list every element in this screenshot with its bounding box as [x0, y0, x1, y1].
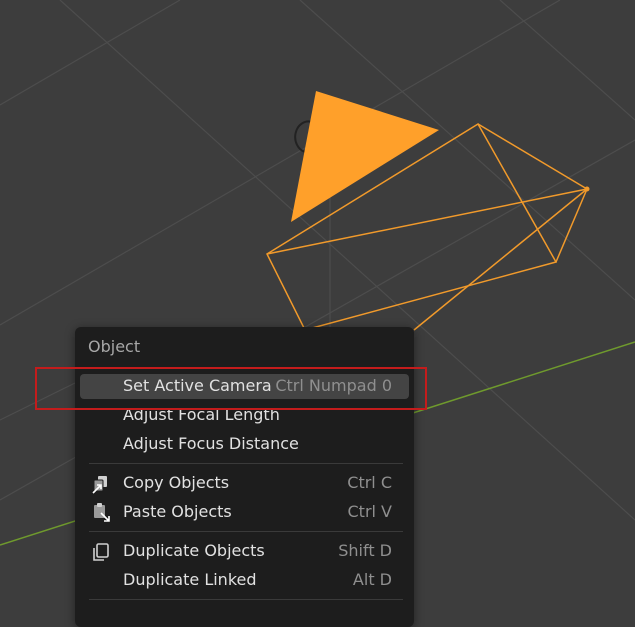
menu-separator [89, 531, 403, 532]
menu-item-label: Paste Objects [123, 502, 232, 521]
menu-item-duplicate-linked[interactable]: Duplicate Linked Alt D [80, 568, 409, 593]
menu-item-paste-objects[interactable]: Paste Objects Ctrl V [80, 500, 409, 525]
menu-item-shortcut: Ctrl C [347, 473, 392, 492]
menu-separator [89, 599, 403, 600]
menu-item-shortcut: Shift D [338, 541, 392, 560]
menu-item-copy-objects[interactable]: Copy Objects Ctrl C [80, 471, 409, 496]
menu-item-shortcut: Alt D [352, 570, 392, 589]
camera-object[interactable] [266, 91, 590, 331]
camera-up-triangle [291, 91, 439, 222]
menu-item-label: Copy Objects [123, 473, 230, 492]
menu-item-label: Duplicate Objects [123, 541, 265, 560]
menu-item-duplicate-objects[interactable]: Duplicate Objects Shift D [80, 539, 409, 564]
menu-title: Object [88, 337, 141, 356]
menu-separator [89, 463, 403, 464]
duplicate-objects-icon [90, 541, 112, 563]
copy-objects-icon [90, 473, 112, 495]
paste-objects-icon [90, 502, 112, 524]
menu-item-shortcut: Ctrl V [347, 502, 393, 521]
menu-item-adjust-focus-distance[interactable]: Adjust Focus Distance [80, 432, 409, 457]
menu-item-label: Adjust Focus Distance [123, 434, 299, 453]
camera-origin-point [584, 186, 590, 192]
menu-item-label: Duplicate Linked [123, 570, 257, 589]
highlight-annotation [35, 367, 427, 410]
